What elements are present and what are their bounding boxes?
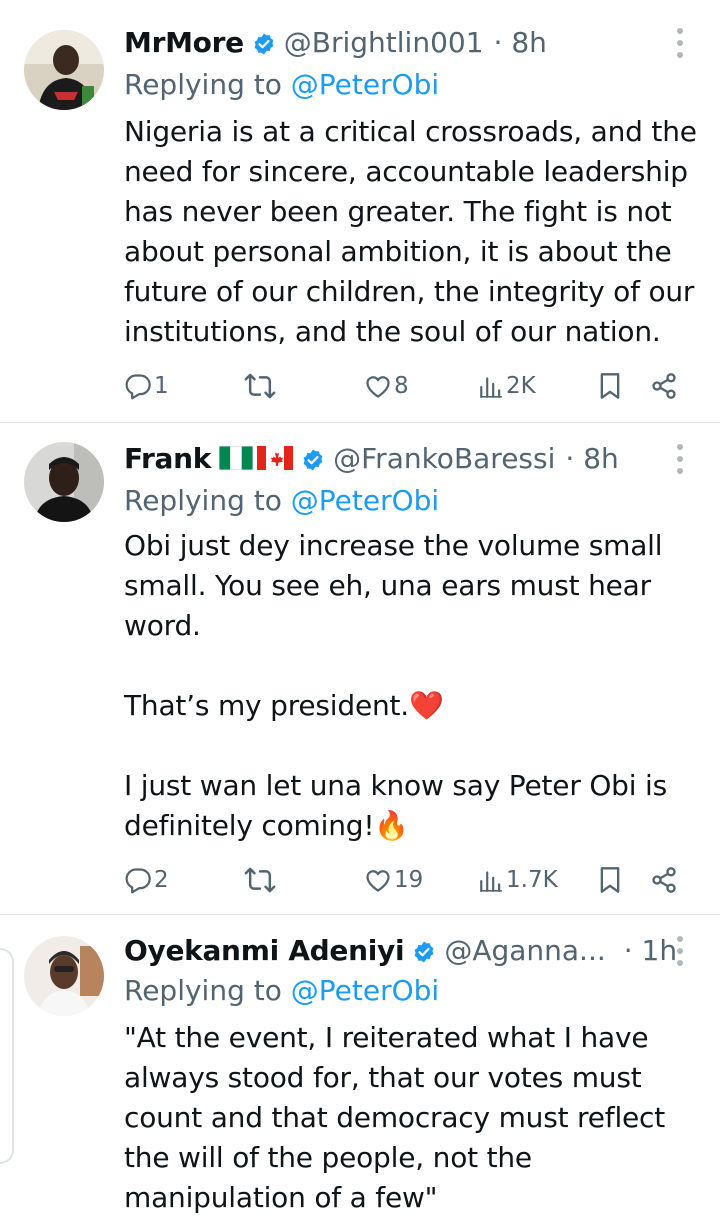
share-button[interactable] bbox=[650, 860, 678, 900]
more-vertical-icon[interactable] bbox=[672, 444, 688, 474]
share-icon bbox=[652, 373, 676, 399]
heart-icon bbox=[366, 870, 390, 892]
share-icon bbox=[652, 867, 676, 893]
views-count: 1.7K bbox=[506, 867, 558, 893]
bookmark-icon bbox=[600, 373, 620, 399]
tweet-text: Nigeria is at a critical crossroads, and… bbox=[124, 115, 697, 348]
reply-icon bbox=[125, 374, 151, 400]
like-count: 19 bbox=[394, 867, 424, 893]
timestamp[interactable]: · 8h bbox=[565, 442, 618, 475]
retweet-icon bbox=[244, 867, 276, 893]
replying-to: Replying to @PeterObi bbox=[124, 68, 439, 101]
tweet-text: Obi just dey increase the volume small s… bbox=[124, 529, 667, 842]
canada-flag-icon bbox=[257, 446, 294, 470]
replying-prefix: Replying to bbox=[124, 484, 291, 517]
reply-button[interactable]: 2 bbox=[124, 860, 169, 900]
reply-icon bbox=[125, 868, 151, 894]
verified-badge-icon bbox=[412, 938, 436, 963]
avatar[interactable] bbox=[24, 30, 104, 110]
author-name[interactable]: MrMore bbox=[124, 26, 244, 59]
reply-count: 1 bbox=[154, 373, 169, 399]
tweet-2[interactable]: Frank @FrankoBaressi · 8h Replying to @P… bbox=[0, 438, 720, 914]
divider bbox=[0, 914, 720, 915]
divider bbox=[0, 422, 720, 423]
tweet-3[interactable]: Oyekanmi Adeniyi @Aganna... · 1h Replyin… bbox=[0, 930, 720, 1221]
replying-to: Replying to @PeterObi bbox=[124, 484, 439, 517]
views-icon bbox=[480, 871, 502, 892]
tweet-text: "At the event, I reiterated what I have … bbox=[124, 1021, 666, 1214]
retweet-icon bbox=[244, 373, 276, 399]
nigeria-flag-icon bbox=[219, 446, 254, 470]
views-icon bbox=[480, 377, 502, 398]
country-flags bbox=[219, 446, 294, 470]
author-handle[interactable]: @Brightlin001 bbox=[284, 26, 484, 59]
timestamp[interactable]: · 1h bbox=[624, 934, 677, 967]
author-handle[interactable]: @FrankoBaressi bbox=[333, 442, 555, 475]
more-vertical-icon[interactable] bbox=[672, 28, 688, 58]
like-count: 8 bbox=[394, 373, 409, 399]
tweet-actions: 1 8 2K bbox=[124, 366, 684, 406]
retweet-button[interactable] bbox=[244, 860, 276, 900]
reply-button[interactable]: 1 bbox=[124, 366, 169, 406]
like-button[interactable]: 19 bbox=[364, 860, 423, 900]
views-button[interactable]: 2K bbox=[478, 366, 536, 406]
retweet-button[interactable] bbox=[244, 366, 276, 406]
avatar[interactable] bbox=[24, 442, 104, 522]
tweet-1[interactable]: MrMore @Brightlin001 · 8h Replying to @P… bbox=[0, 22, 720, 422]
timestamp[interactable]: · 8h bbox=[494, 26, 547, 59]
reply-count: 2 bbox=[154, 867, 169, 893]
views-button[interactable]: 1.7K bbox=[478, 860, 558, 900]
mention-link[interactable]: @PeterObi bbox=[291, 484, 439, 517]
like-button[interactable]: 8 bbox=[364, 366, 409, 406]
replying-prefix: Replying to bbox=[124, 974, 291, 1007]
author-name[interactable]: Oyekanmi Adeniyi bbox=[124, 934, 405, 967]
bookmark-button[interactable] bbox=[598, 860, 622, 900]
replying-to: Replying to @PeterObi bbox=[124, 974, 439, 1007]
verified-badge-icon bbox=[252, 30, 276, 55]
heart-icon bbox=[366, 376, 390, 398]
views-count: 2K bbox=[506, 373, 536, 399]
mention-link[interactable]: @PeterObi bbox=[291, 68, 439, 101]
more-vertical-icon[interactable] bbox=[672, 936, 688, 966]
verified-badge-icon bbox=[301, 446, 325, 471]
share-button[interactable] bbox=[650, 366, 678, 406]
author-name[interactable]: Frank bbox=[124, 442, 211, 475]
replying-prefix: Replying to bbox=[124, 68, 291, 101]
bookmark-icon bbox=[600, 867, 620, 893]
avatar[interactable] bbox=[24, 936, 104, 1016]
author-handle[interactable]: @Aganna... bbox=[444, 934, 605, 967]
mention-link[interactable]: @PeterObi bbox=[291, 974, 439, 1007]
bookmark-button[interactable] bbox=[598, 366, 622, 406]
tweet-actions: 2 19 1.7K bbox=[124, 860, 684, 900]
